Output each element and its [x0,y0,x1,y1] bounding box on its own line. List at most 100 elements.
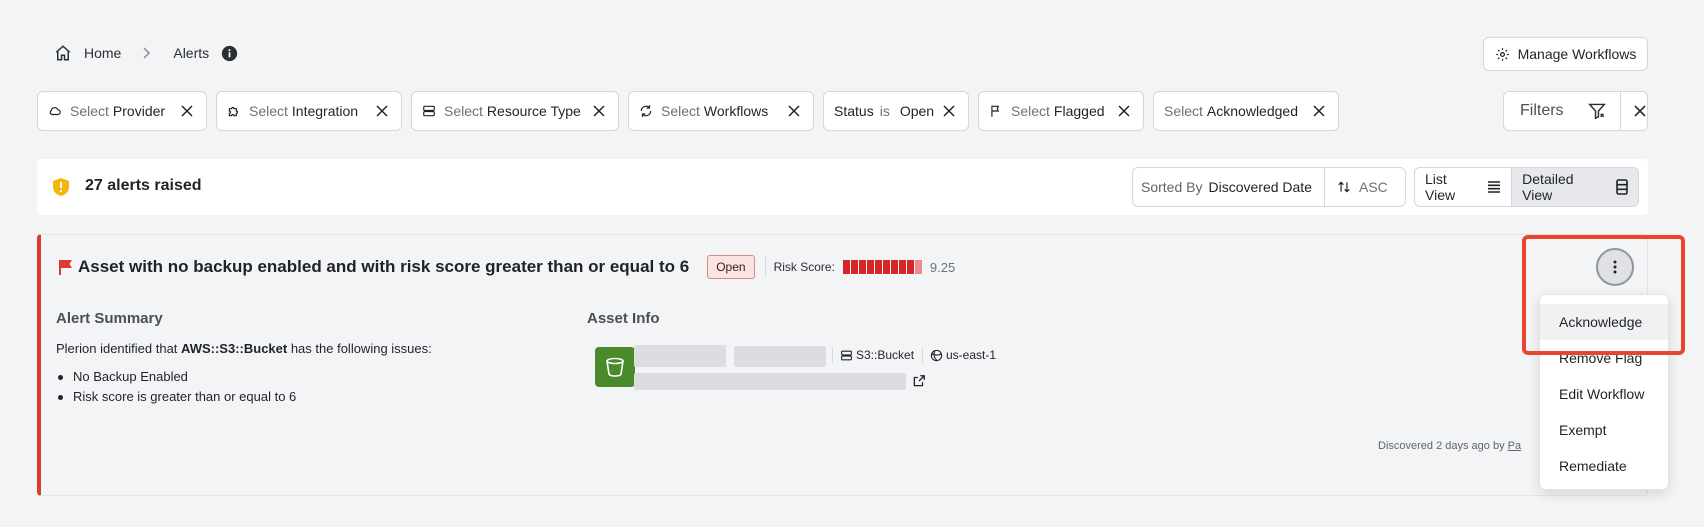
summary-asset-type: AWS::S3::Bucket [181,341,288,356]
home-icon[interactable] [54,44,72,62]
filter-status-field: Status [834,103,874,119]
tag-divider [922,347,923,363]
risk-segment [914,260,922,274]
menu-item-exempt[interactable]: Exempt [1540,412,1668,448]
detailed-view-label: Detailed View [1522,171,1574,203]
asset-region: us-east-1 [946,348,997,362]
close-icon[interactable] [180,104,194,118]
puzzle-icon [227,104,241,118]
filter-acknowledged-value: Acknowledged [1206,103,1298,119]
discovered-text: Discovered 2 days ago by [1378,440,1505,452]
manage-workflows-button[interactable]: Manage Workflows [1483,37,1648,71]
server-icon [422,104,436,118]
filter-acknowledged-prefix: Select [1164,103,1203,119]
kebab-icon [1613,260,1617,274]
alerts-count: 27 alerts raised [85,177,202,194]
flag-icon[interactable] [58,259,74,275]
breadcrumb: Home Alerts [54,40,238,66]
menu-item-edit-workflow[interactable]: Edit Workflow [1540,376,1668,412]
filter-provider[interactable]: Select Provider [37,91,207,131]
close-icon[interactable] [592,104,606,118]
detailed-view-option[interactable]: Detailed View [1511,168,1638,206]
redacted-asset-name [634,345,726,367]
sorted-by-value[interactable]: Discovered Date [1208,179,1312,195]
close-icon[interactable] [1117,104,1131,118]
filter-flagged[interactable]: Select Flagged [978,91,1144,131]
filter-workflows-prefix: Select [661,103,700,119]
risk-segment [906,260,914,274]
filter-integration-prefix: Select [249,103,288,119]
filter-resource-type-value: Resource Type [486,103,581,119]
list-item: Risk score is greater than or equal to 6 [56,387,296,407]
globe-icon [930,349,943,362]
risk-segment [890,260,898,274]
menu-item-acknowledge[interactable]: Acknowledge [1540,304,1668,340]
refresh-icon [639,104,653,118]
risk-segment [842,260,850,274]
breadcrumb-home[interactable]: Home [84,45,121,61]
filter-provider-prefix: Select [70,103,109,119]
detail-icon [1616,179,1628,195]
filter-acknowledged[interactable]: Select Acknowledged [1153,91,1339,131]
filter-provider-value: Provider [112,103,166,119]
redacted-asset-arn [634,373,906,390]
sort-order-toggle[interactable]: ASC [1337,179,1388,195]
risk-segment [874,260,882,274]
risk-segment [850,260,858,274]
sort-control[interactable]: Sorted By Discovered Date ASC [1132,167,1406,207]
alert-summary-text: Plerion identified that AWS::S3::Bucket … [56,341,432,356]
asset-region-tag: us-east-1 [930,348,996,362]
risk-segment [898,260,906,274]
close-icon[interactable] [942,104,956,118]
filter-workflows-value: Workflows [703,103,769,119]
bucket-icon [595,347,635,387]
asset-info-heading: Asset Info [587,310,660,327]
clear-filters-icon[interactable] [1633,104,1647,118]
filter-icon [1587,103,1606,119]
summary-intro-post: has the following issues: [287,341,432,356]
filters-label: Filters [1520,102,1564,119]
close-icon[interactable] [787,104,801,118]
redacted-asset-id [734,346,826,367]
discovered-by-link[interactable]: Pa [1508,440,1521,452]
filter-resource-type[interactable]: Select Resource Type [411,91,619,131]
discovered-info: Discovered 2 days ago by Pa [1378,440,1521,452]
close-icon[interactable] [375,104,389,118]
sort-divider [1323,168,1325,206]
alert-actions-button[interactable] [1596,248,1634,286]
external-link-icon[interactable] [912,374,926,388]
list-icon [1487,181,1501,193]
risk-score-bar [842,260,922,274]
alert-summary-heading: Alert Summary [56,310,163,327]
alert-title[interactable]: Asset with no backup enabled and with ri… [78,257,689,277]
menu-item-remove-flag[interactable]: Remove Flag [1540,340,1668,376]
list-view-label: List View [1425,171,1456,203]
filter-status[interactable]: Status is Open [823,91,969,131]
tag-divider [832,347,833,363]
title-divider [764,257,766,277]
filter-integration[interactable]: Select Integration [216,91,402,131]
menu-item-remediate[interactable]: Remediate [1540,448,1668,484]
shield-icon [53,178,69,196]
filter-workflows[interactable]: Select Workflows [628,91,814,131]
gear-icon [1495,47,1510,62]
filters-divider [1619,92,1621,130]
filters-button[interactable]: Filters [1503,91,1648,131]
server-icon [840,349,853,362]
list-item: No Backup Enabled [56,367,296,387]
cloud-icon [48,104,62,118]
info-icon[interactable] [221,45,238,62]
breadcrumb-current: Alerts [173,45,210,61]
filter-flagged-value: Flagged [1053,103,1105,119]
risk-score-value: 9.25 [929,259,956,275]
chevron-right-icon [141,47,151,59]
issues-list: No Backup Enabled Risk score is greater … [56,367,296,407]
status-badge: Open [707,255,755,279]
view-toggle[interactable]: List View Detailed View [1414,167,1639,207]
sort-icon [1337,180,1351,194]
list-view-option[interactable]: List View [1415,168,1511,206]
risk-segment [882,260,890,274]
risk-score-label: Risk Score: [773,260,835,274]
close-icon[interactable] [1312,104,1326,118]
manage-workflows-label: Manage Workflows [1517,46,1637,62]
